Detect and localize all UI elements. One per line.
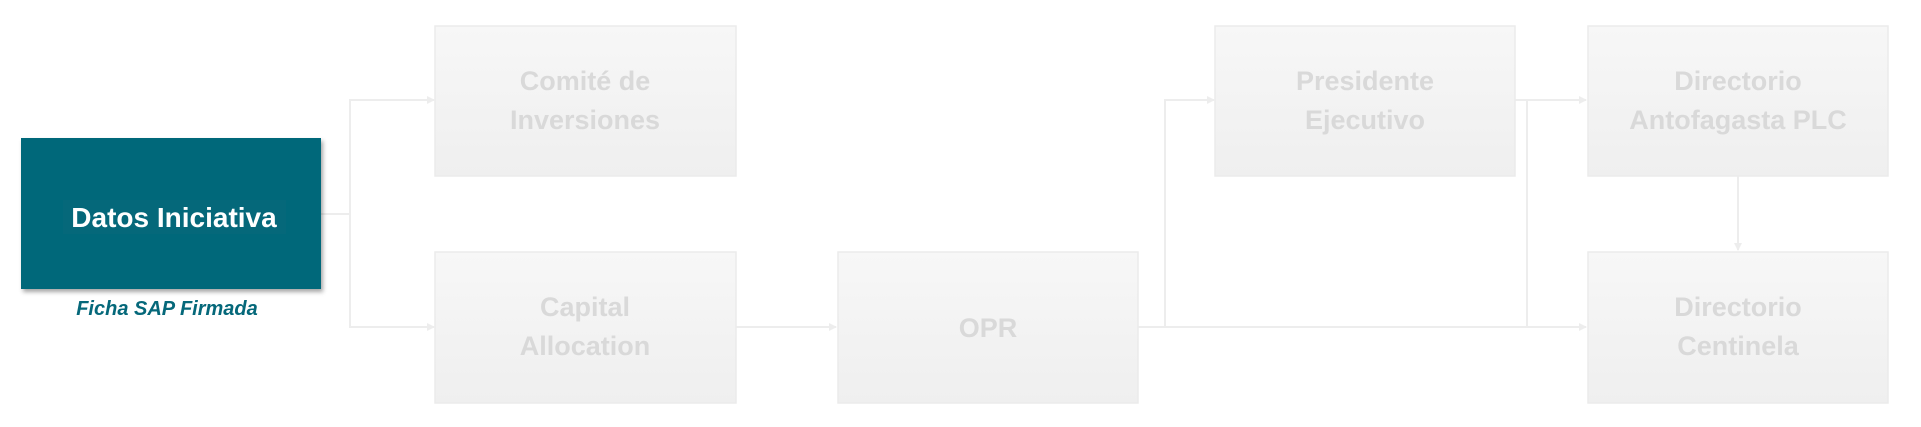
node-capital-allocation-line-2: Allocation	[520, 331, 651, 361]
node-directorio-centinela-line-1: Directorio	[1674, 292, 1802, 322]
node-opr-label: OPR	[959, 313, 1018, 343]
node-capital-allocation-line-1: Capital	[540, 292, 630, 322]
node-opr[interactable]: OPR	[837, 251, 1139, 404]
connector-datos-to-capital	[321, 213, 435, 331]
node-directorio-antofagasta-line-2: Antofagasta PLC	[1629, 105, 1847, 135]
node-comite-inversiones-line-1: Comité de	[520, 66, 651, 96]
node-directorio-antofagasta-box	[1587, 25, 1889, 177]
node-directorio-centinela-line-2: Centinela	[1677, 331, 1800, 361]
node-presidente-ejecutivo-line-1: Presidente	[1296, 66, 1434, 96]
node-datos-iniciativa[interactable]: Datos Iniciativa	[21, 138, 321, 289]
node-presidente-ejecutivo[interactable]: Presidente Ejecutivo	[1214, 25, 1516, 177]
node-directorio-centinela-box	[1587, 251, 1889, 404]
node-directorio-antofagasta[interactable]: Directorio Antofagasta PLC	[1587, 25, 1889, 177]
node-capital-allocation-box	[434, 251, 737, 404]
node-datos-iniciativa-label: Datos Iniciativa	[71, 202, 277, 233]
approval-flow-diagram: Datos Iniciativa Ficha SAP Firmada Comit…	[21, 25, 1889, 404]
node-comite-inversiones-box	[434, 25, 737, 177]
node-datos-iniciativa-caption: Ficha SAP Firmada	[76, 298, 258, 320]
connector-datos-to-comite	[321, 96, 435, 215]
node-presidente-ejecutivo-box	[1214, 25, 1516, 177]
node-capital-allocation[interactable]: Capital Allocation	[434, 251, 737, 404]
node-directorio-centinela[interactable]: Directorio Centinela	[1587, 251, 1889, 404]
node-comite-inversiones-line-2: Inversiones	[510, 105, 660, 135]
node-presidente-ejecutivo-line-2: Ejecutivo	[1305, 105, 1425, 135]
node-comite-inversiones[interactable]: Comité de Inversiones	[434, 25, 737, 177]
node-directorio-antofagasta-line-1: Directorio	[1674, 66, 1802, 96]
connector-opr-to-presidente	[1138, 96, 1215, 328]
